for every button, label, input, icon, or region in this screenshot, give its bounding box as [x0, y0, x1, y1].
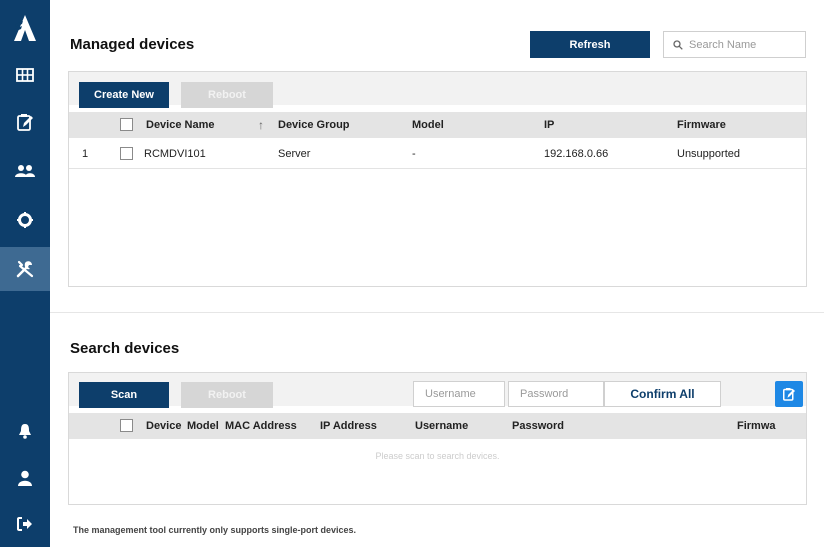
column-device[interactable]: Device [146, 420, 181, 432]
sidebar-item-settings[interactable] [0, 201, 50, 239]
device-group-cell: Server [278, 148, 311, 160]
sidebar-item-users[interactable] [0, 152, 50, 190]
search-icon [673, 39, 683, 50]
scan-button[interactable]: Scan [79, 382, 169, 408]
logo-icon [14, 15, 36, 41]
username-input[interactable] [414, 382, 504, 406]
reboot-button[interactable]: Reboot [181, 82, 273, 108]
search-name-box [663, 31, 806, 58]
search-table-header: Device Model MAC Address IP Address User… [69, 413, 806, 439]
section-divider [50, 312, 824, 313]
gear-icon [17, 212, 33, 228]
device-name-cell: RCMDVI101 [144, 148, 206, 160]
column-search-firmware[interactable]: Firmwa [737, 420, 776, 432]
sidebar-item-profile[interactable] [0, 459, 50, 497]
edit-credentials-button[interactable] [775, 381, 803, 407]
clipboard-edit-icon [17, 114, 33, 131]
username-field [413, 381, 505, 407]
confirm-all-button[interactable]: Confirm All [604, 381, 721, 407]
tools-icon [16, 260, 34, 278]
password-input[interactable] [509, 382, 603, 406]
column-username[interactable]: Username [415, 420, 468, 432]
sidebar-item-tools[interactable] [0, 247, 50, 291]
refresh-button[interactable]: Refresh [530, 31, 650, 58]
managed-devices-title: Managed devices [70, 36, 195, 53]
search-name-input[interactable] [689, 38, 799, 51]
users-icon [15, 165, 35, 177]
column-ip-address[interactable]: IP Address [320, 420, 377, 432]
managed-toolbar: Create New Reboot [69, 72, 806, 108]
select-all-checkbox[interactable] [120, 118, 133, 131]
sidebar-item-dashboard[interactable] [0, 56, 50, 94]
app-logo[interactable] [0, 6, 50, 50]
column-mac-address[interactable]: MAC Address [225, 420, 297, 432]
user-icon [18, 470, 32, 486]
sidebar-item-logout[interactable] [0, 505, 50, 543]
table-row[interactable]: 1 RCMDVI101 Server - 192.168.0.66 Unsupp… [69, 139, 806, 169]
column-ip[interactable]: IP [544, 119, 554, 131]
clipboard-edit-icon [783, 388, 795, 401]
bell-icon [19, 424, 31, 439]
column-password[interactable]: Password [512, 420, 564, 432]
password-field [508, 381, 604, 407]
grid-icon [16, 68, 34, 82]
sidebar-item-notifications[interactable] [0, 412, 50, 450]
model-cell: - [412, 148, 416, 160]
empty-state-message: Please scan to search devices. [375, 451, 500, 461]
ip-cell: 192.168.0.66 [544, 148, 609, 160]
sidebar [0, 0, 50, 547]
create-new-button[interactable]: Create New [79, 82, 169, 108]
managed-table-header: Device Name ↑ Device Group Model IP Firm… [69, 112, 806, 138]
column-device-group[interactable]: Device Group [278, 119, 350, 131]
managed-devices-panel: Create New Reboot Device Name ↑ Device G… [68, 71, 807, 287]
sidebar-item-tasks[interactable] [0, 103, 50, 141]
row-index: 1 [82, 148, 89, 160]
column-firmware[interactable]: Firmware [677, 119, 726, 131]
sort-ascending-icon[interactable]: ↑ [258, 118, 264, 132]
search-reboot-button[interactable]: Reboot [181, 382, 273, 408]
column-device-name[interactable]: Device Name [146, 119, 215, 131]
firmware-cell: Unsupported [677, 148, 740, 160]
search-devices-title: Search devices [70, 340, 180, 357]
column-search-model[interactable]: Model [187, 420, 219, 432]
column-model[interactable]: Model [412, 119, 444, 131]
row-checkbox[interactable] [120, 147, 133, 160]
logout-icon [17, 517, 32, 531]
search-select-all-checkbox[interactable] [120, 419, 133, 432]
footnote: The management tool currently only suppo… [73, 525, 357, 535]
